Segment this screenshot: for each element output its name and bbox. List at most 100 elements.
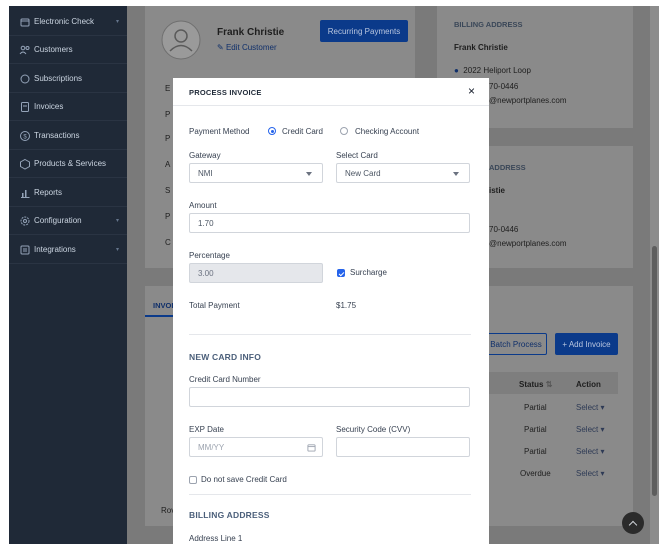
- sidebar-item-products-services[interactable]: Products & Services: [9, 150, 127, 178]
- sort-icon: ⇅: [545, 380, 553, 389]
- row-status: Partial: [524, 403, 547, 412]
- payment-method-label: Payment Method: [189, 127, 250, 136]
- edit-customer-label: Edit Customer: [225, 43, 277, 52]
- percentage-label: Percentage: [189, 251, 230, 260]
- detail-label: E: [165, 84, 171, 93]
- surcharge-checkbox[interactable]: [337, 269, 345, 277]
- sidebar-item-label: Subscriptions: [34, 74, 83, 83]
- row-action-select[interactable]: Select ▾: [576, 469, 604, 478]
- sidebar-item-reports[interactable]: Reports: [9, 179, 127, 207]
- sidebar-item-subscriptions[interactable]: Subscriptions: [9, 65, 127, 93]
- do-not-save-checkbox[interactable]: [189, 476, 197, 484]
- action-column-header: Action: [576, 380, 601, 389]
- select-card-value: New Card: [345, 168, 381, 178]
- billing-email: @newportplanes.com: [489, 96, 567, 105]
- percentage-value: 3.00: [198, 268, 214, 278]
- page-scrollbar-thumb[interactable]: [652, 246, 657, 496]
- sidebar: Electronic Check ▾ Customers Subscriptio…: [9, 6, 127, 544]
- recurring-payments-button[interactable]: Recurring Payments: [320, 20, 408, 42]
- process-invoice-modal: PROCESS INVOICE × Payment Method Credit …: [173, 78, 489, 544]
- sidebar-item-label: Integrations: [34, 245, 76, 254]
- row-action-select[interactable]: Select ▾: [576, 403, 604, 412]
- select-label: Select: [576, 469, 599, 478]
- scroll-to-top-button[interactable]: [622, 512, 644, 534]
- billing-phone: 70-0446: [489, 82, 519, 91]
- status-column-header[interactable]: Status ⇅: [519, 380, 552, 389]
- gateway-select[interactable]: NMI: [189, 163, 323, 183]
- exp-date-label: EXP Date: [189, 425, 224, 434]
- credit-card-option-label[interactable]: Credit Card: [282, 127, 323, 136]
- amount-input[interactable]: 1.70: [189, 213, 470, 233]
- sidebar-item-invoices[interactable]: Invoices: [9, 93, 127, 121]
- select-card-select[interactable]: New Card: [336, 163, 470, 183]
- modal-header: PROCESS INVOICE ×: [173, 78, 489, 106]
- location-pin-icon: ●: [454, 66, 459, 75]
- sidebar-item-label: Reports: [34, 188, 63, 197]
- card-number-input[interactable]: [189, 387, 470, 407]
- surcharge-label[interactable]: Surcharge: [350, 268, 387, 277]
- customer-detail-labels: E P P A S P C: [145, 74, 175, 264]
- billing-name: Frank Christie: [454, 43, 508, 52]
- chevron-down-icon: ▾: [115, 218, 119, 224]
- sidebar-item-label: Transactions: [34, 131, 80, 140]
- sidebar-item-label: Configuration: [34, 216, 82, 225]
- sidebar-item-integrations[interactable]: Integrations ▾: [9, 236, 127, 264]
- detail-label: P: [165, 212, 171, 221]
- chevron-down-icon: [306, 172, 312, 176]
- billing-address-text: 2022 Heliport Loop: [463, 66, 531, 75]
- cvv-label: Security Code (CVV): [336, 425, 411, 434]
- bank-icon: [20, 18, 30, 26]
- detail-label: A: [165, 160, 171, 169]
- card-number-label: Credit Card Number: [189, 375, 261, 384]
- sidebar-item-configuration[interactable]: Configuration ▾: [9, 207, 127, 235]
- tab-underline: [145, 315, 173, 317]
- detail-label: P: [165, 110, 171, 119]
- edit-customer-link[interactable]: ✎ Edit Customer: [217, 43, 277, 52]
- detail-label: S: [165, 186, 171, 195]
- status-header-label: Status: [519, 380, 544, 389]
- avatar: [161, 20, 201, 60]
- modal-title: PROCESS INVOICE: [189, 88, 262, 97]
- new-card-info-heading: NEW CARD INFO: [189, 352, 262, 362]
- row-action-select[interactable]: Select ▾: [576, 425, 604, 434]
- billing-address-line: ● 2022 Heliport Loop: [454, 66, 531, 75]
- shipping-phone: 70-0446: [489, 225, 519, 234]
- sidebar-item-label: Customers: [34, 45, 73, 54]
- row-action-select[interactable]: Select ▾: [576, 447, 604, 456]
- customer-name: Frank Christie: [217, 27, 285, 38]
- amount-value: 1.70: [198, 218, 214, 228]
- divider: [189, 494, 471, 495]
- amount-label: Amount: [189, 201, 217, 210]
- shipping-heading: ADDRESS: [489, 163, 526, 172]
- sidebar-item-transactions[interactable]: $ Transactions: [9, 122, 127, 150]
- do-not-save-label[interactable]: Do not save Credit Card: [201, 475, 287, 484]
- exp-date-input[interactable]: MM/YY: [189, 437, 323, 457]
- row-status: Overdue: [520, 469, 551, 478]
- divider: [189, 334, 471, 335]
- sidebar-item-electronic-check[interactable]: Electronic Check ▾: [9, 8, 127, 36]
- gear-icon: [20, 216, 30, 225]
- credit-card-radio[interactable]: [268, 127, 276, 135]
- checking-account-radio[interactable]: [340, 127, 348, 135]
- cvv-input[interactable]: [336, 437, 470, 457]
- chart-icon: [21, 189, 30, 198]
- shipping-email: @newportplanes.com: [489, 239, 567, 248]
- svg-text:$: $: [23, 134, 27, 140]
- sidebar-item-customers[interactable]: Customers: [9, 36, 127, 64]
- checking-account-option-label[interactable]: Checking Account: [355, 127, 419, 136]
- invoice-icon: [21, 101, 29, 112]
- shipping-name: istie: [489, 186, 506, 195]
- chevron-down-icon: ▾: [115, 247, 119, 253]
- users-icon: [19, 45, 30, 54]
- add-invoice-button[interactable]: + Add Invoice: [555, 333, 618, 355]
- tab-invoices[interactable]: INVOI: [153, 301, 173, 310]
- select-card-label: Select Card: [336, 151, 378, 160]
- calendar-icon[interactable]: [307, 443, 316, 452]
- billing-address-heading: BILLING ADDRESS: [189, 510, 270, 520]
- sidebar-item-label: Electronic Check: [34, 17, 95, 26]
- batch-process-button[interactable]: Batch Process: [485, 333, 547, 355]
- chevron-down-icon: [453, 172, 459, 176]
- detail-label: P: [165, 134, 171, 143]
- row-status: Partial: [524, 447, 547, 456]
- close-icon[interactable]: ×: [468, 84, 475, 98]
